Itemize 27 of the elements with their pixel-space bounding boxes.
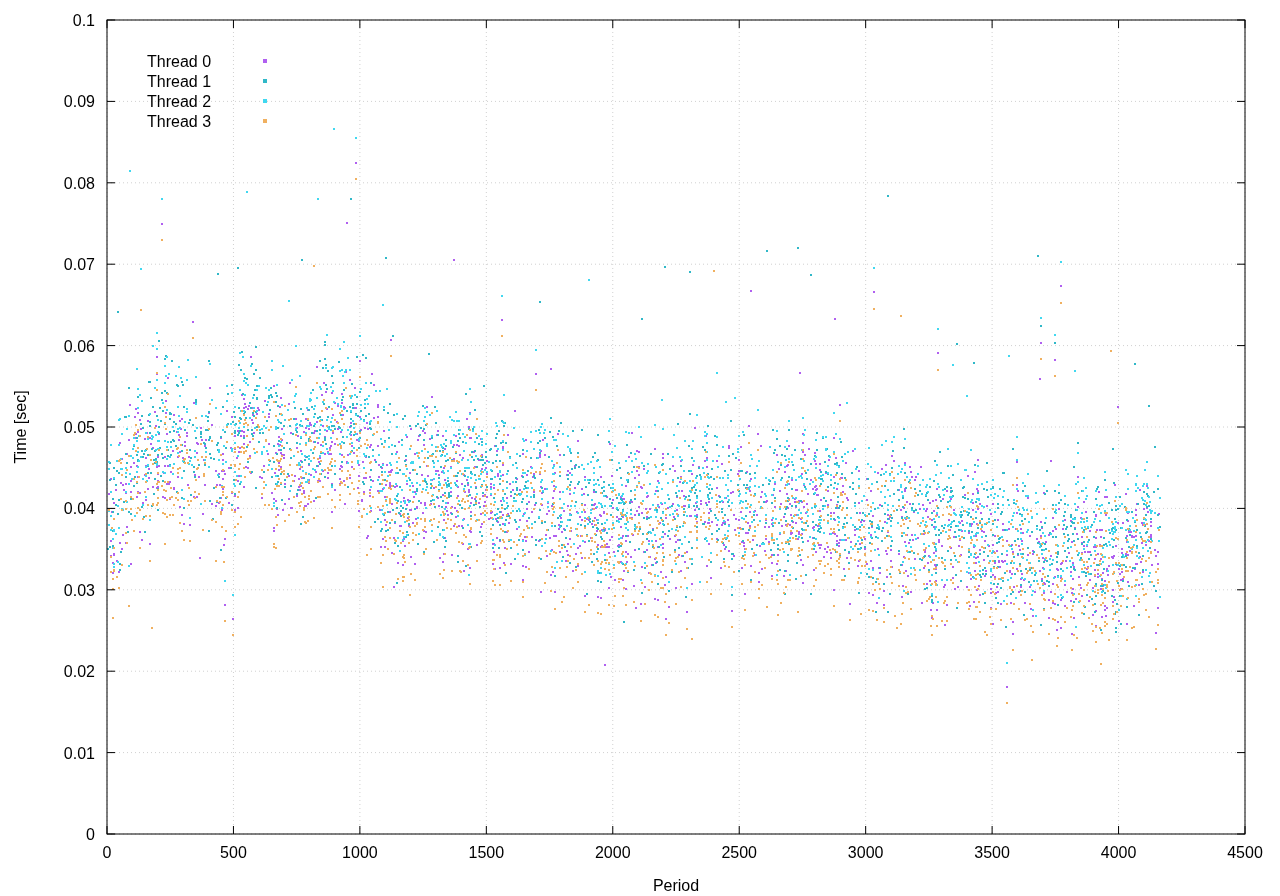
- legend-label: Thread 1: [147, 73, 212, 90]
- y-tick-label: 0.09: [63, 93, 95, 111]
- y-tick-label: 0.04: [63, 500, 95, 518]
- x-tick-label: 3000: [847, 844, 884, 861]
- x-tick-label: 4500: [1227, 844, 1263, 861]
- x-tick-label: 4000: [1100, 844, 1137, 861]
- x-tick-label: 1500: [468, 844, 505, 861]
- y-axis-title: Time [sec]: [12, 390, 29, 464]
- legend-label: Thread 3: [147, 113, 212, 130]
- y-tick-label: 0.06: [63, 337, 95, 355]
- y-tick-label: 0.1: [72, 12, 95, 29]
- y-tick-label: 0.03: [63, 581, 95, 599]
- x-tick-label: 1000: [342, 844, 378, 861]
- legend-label: Thread 2: [147, 93, 212, 110]
- x-tick-label: 3500: [974, 844, 1010, 861]
- x-axis-title: Period: [652, 877, 700, 894]
- y-tick-label: 0: [86, 826, 95, 843]
- x-tick-label: 0: [102, 844, 112, 861]
- y-tick-label: 0.01: [63, 744, 95, 762]
- legend-label: Thread 0: [147, 53, 212, 70]
- x-tick-label: 2500: [721, 844, 757, 861]
- y-tick-label: 0.05: [63, 419, 95, 436]
- x-tick-label: 500: [220, 844, 247, 861]
- y-tick-label: 0.08: [63, 174, 95, 192]
- y-tick-label: 0.07: [63, 256, 95, 274]
- x-tick-label: 2000: [595, 844, 631, 861]
- y-tick-label: 0.02: [63, 663, 95, 681]
